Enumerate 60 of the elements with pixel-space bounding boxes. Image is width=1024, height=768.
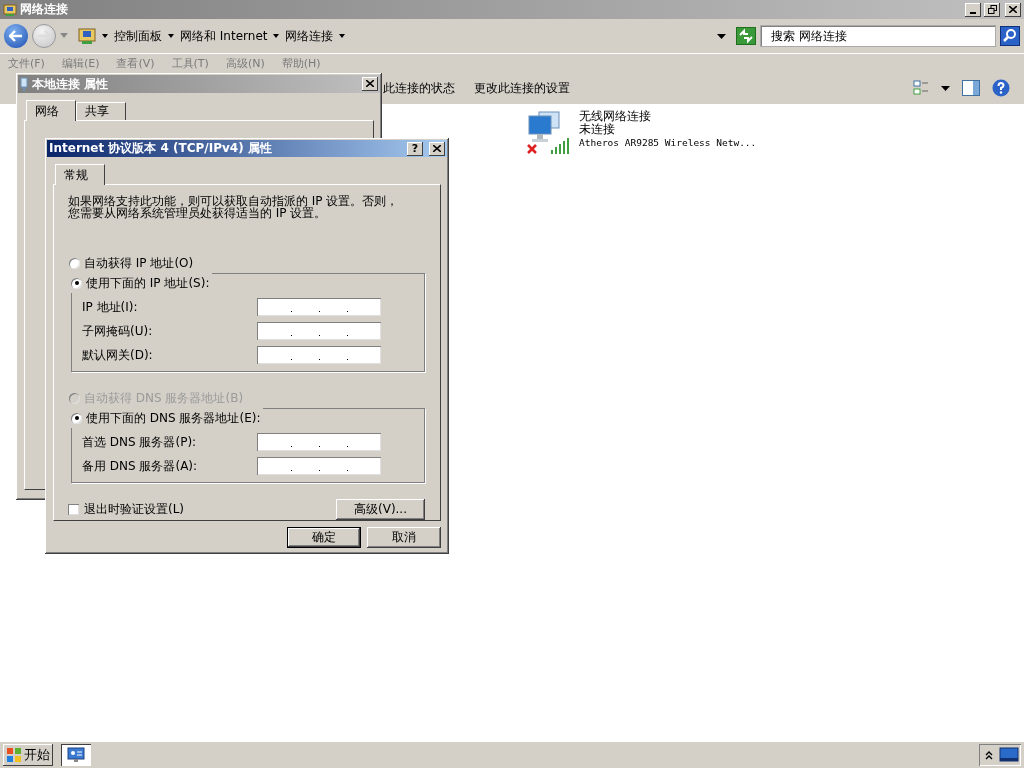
tab[interactable]: 常规 xyxy=(55,164,105,185)
ip-address-field[interactable] xyxy=(257,457,381,475)
network-folder-icon xyxy=(3,2,17,17)
network-folder-icon xyxy=(78,27,96,45)
dialog-title: 本地连接 属性 xyxy=(32,75,110,93)
search-icon[interactable] xyxy=(1000,26,1020,46)
breadcrumb[interactable]: 控制面板 xyxy=(114,27,162,45)
command-item[interactable]: 此连接的状态 xyxy=(383,79,455,97)
minimize-icon xyxy=(970,11,976,14)
field-label: 首选 DNS 服务器(P): xyxy=(82,433,198,451)
back-arrow-icon xyxy=(9,30,23,42)
window-title: 网络连接 xyxy=(20,1,69,18)
x-icon xyxy=(433,145,441,152)
refresh-icon[interactable] xyxy=(736,27,756,45)
help-icon[interactable] xyxy=(992,79,1010,97)
checkbox[interactable] xyxy=(68,504,79,515)
advanced-button[interactable]: 高级(V)... xyxy=(336,499,425,520)
description-text: 您需要从网络系统管理员处获得适当的 IP 设置。 xyxy=(68,207,327,219)
adapter-name: Atheros AR9285 Wireless Netw... xyxy=(579,136,757,150)
x-icon xyxy=(366,80,374,87)
show-hidden-icons[interactable] xyxy=(985,750,993,760)
connection-name: 无线网络连接 xyxy=(579,110,652,123)
dropdown-icon[interactable] xyxy=(717,33,726,39)
close-button[interactable] xyxy=(1005,2,1021,17)
windows-logo-icon xyxy=(6,747,22,763)
restore-icon xyxy=(987,5,997,14)
field-label: IP 地址(I): xyxy=(82,298,139,316)
restore-button[interactable] xyxy=(984,2,1000,17)
back-button[interactable] xyxy=(4,24,28,48)
search-field[interactable]: 搜索 网络连接 xyxy=(760,25,996,47)
minimize-button[interactable] xyxy=(965,2,981,17)
breadcrumb[interactable]: 网络连接 xyxy=(285,27,334,45)
field-label: 备用 DNS 服务器(A): xyxy=(82,457,199,475)
tab[interactable]: 网络 xyxy=(26,100,76,121)
network-window-icon xyxy=(67,747,85,763)
checkbox-label: 退出时验证设置(L) xyxy=(84,501,185,518)
view-options-icon[interactable] xyxy=(913,80,929,96)
monitor-icon[interactable] xyxy=(999,747,1019,763)
help-button[interactable]: ? xyxy=(407,141,423,156)
connection-status: 未连接 xyxy=(579,123,615,136)
breadcrumb[interactable]: 网络和 Internet xyxy=(180,27,268,45)
command-item[interactable]: 更改此连接的设置 xyxy=(474,79,570,97)
ip-address-field[interactable] xyxy=(257,322,381,340)
ip-address-field[interactable] xyxy=(257,433,381,451)
field-label: 默认网关(D): xyxy=(82,346,154,364)
preview-pane-icon[interactable] xyxy=(962,80,980,96)
field-label: 子网掩码(U): xyxy=(82,322,154,340)
ip-address-field[interactable] xyxy=(257,346,381,364)
dialog-button[interactable]: 确定 xyxy=(287,527,361,548)
adapter-icon xyxy=(20,77,28,91)
dropdown-icon[interactable] xyxy=(941,85,950,91)
x-icon xyxy=(1009,6,1017,13)
description-text: 如果网络支持此功能，则可以获取自动指派的 IP 设置。否则， xyxy=(68,195,399,207)
tab[interactable]: 共享 xyxy=(76,102,126,120)
close-button[interactable] xyxy=(429,141,445,156)
dialog-button[interactable]: 取消 xyxy=(367,527,441,548)
dialog-title: Internet 协议版本 4 (TCP/IPv4) 属性 xyxy=(49,140,273,157)
ip-address-field[interactable] xyxy=(257,298,381,316)
taskbar-button[interactable] xyxy=(61,744,91,766)
start-button[interactable]: 开始 xyxy=(3,744,53,766)
